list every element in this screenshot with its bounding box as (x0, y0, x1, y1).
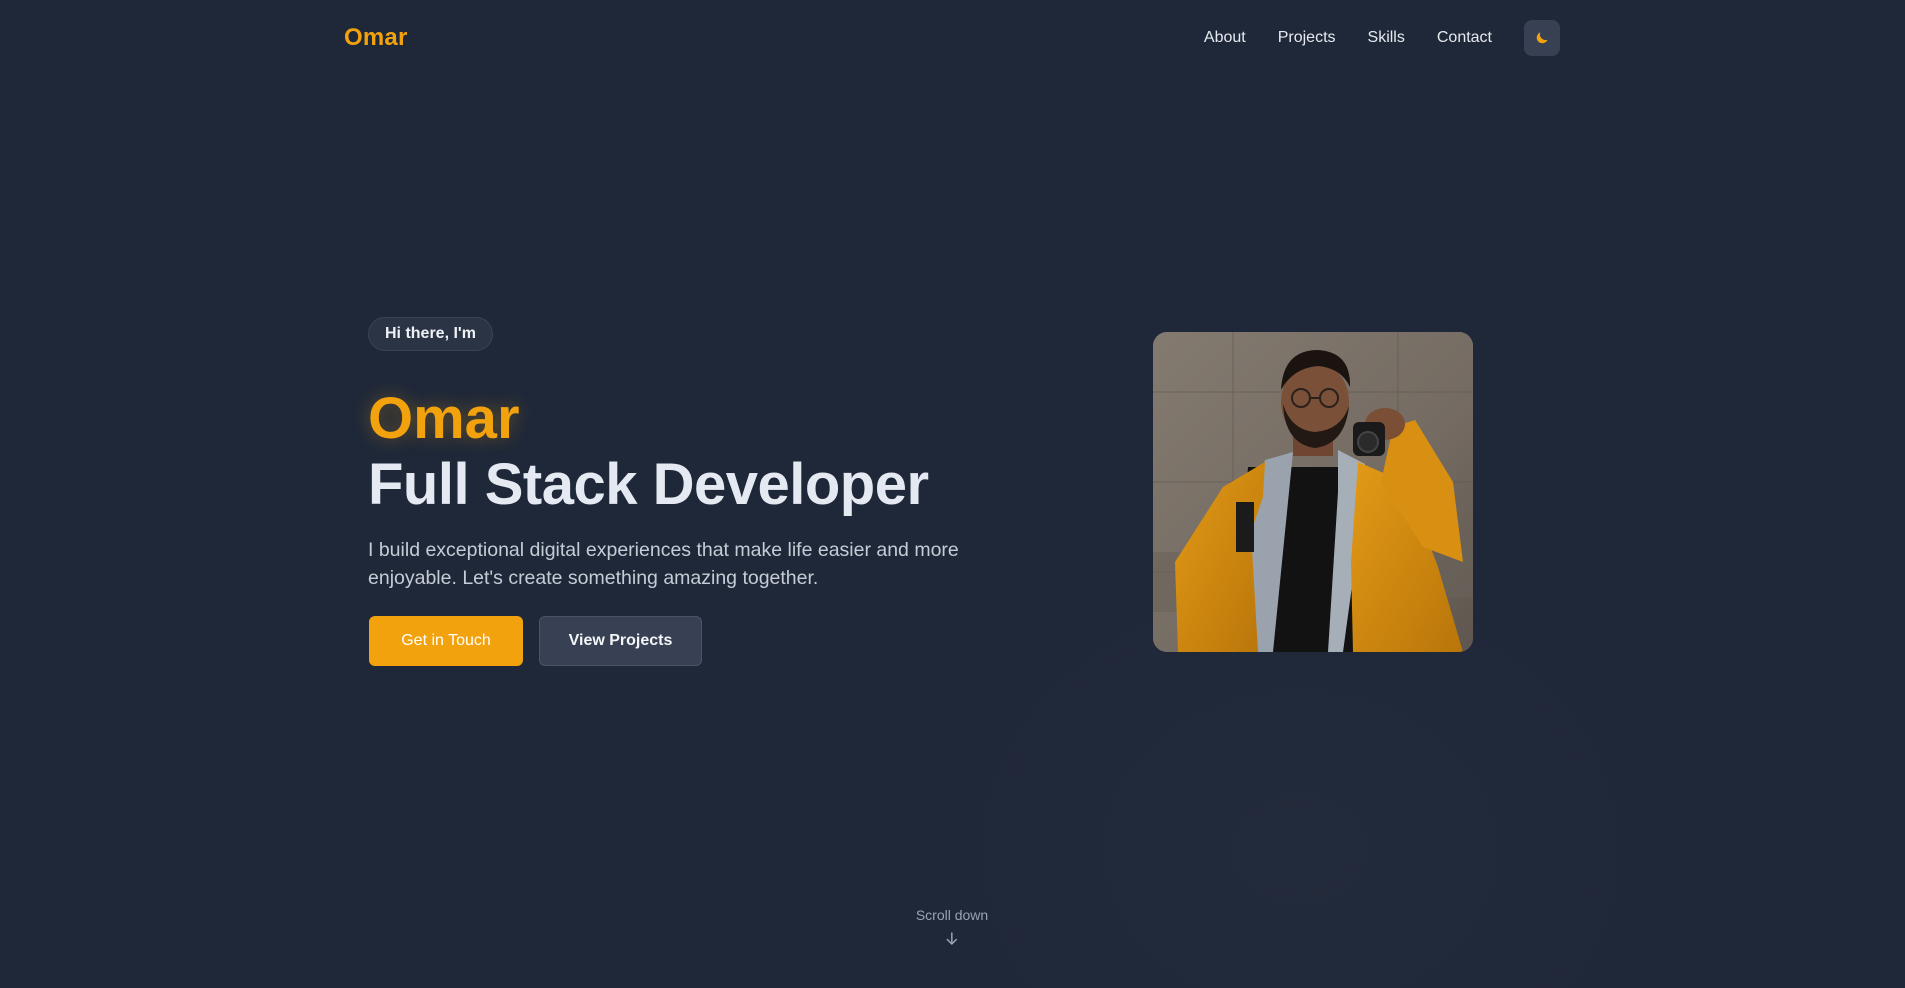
nav-link-projects[interactable]: Projects (1278, 20, 1336, 56)
hero-description: I build exceptional digital experiences … (368, 539, 959, 589)
get-in-touch-button[interactable]: Get in Touch (369, 616, 523, 666)
hero-role: Full Stack Developer (368, 452, 929, 517)
profile-photo (1153, 332, 1473, 652)
greeting-badge: Hi there, I'm (368, 317, 493, 351)
scroll-down-indicator[interactable]: Scroll down (916, 907, 988, 947)
scroll-down-label: Scroll down (915, 907, 989, 923)
main-nav: About Projects Skills Contact (1204, 20, 1560, 56)
portfolio-page: Omar About Projects Skills Contact Hi th… (0, 0, 1905, 988)
nav-link-about[interactable]: About (1204, 20, 1246, 56)
view-projects-button[interactable]: View Projects (539, 616, 702, 666)
moon-icon (1536, 32, 1548, 44)
portrait-illustration (1153, 332, 1473, 652)
brand-logo[interactable]: Omar (344, 24, 408, 52)
arrow-down-icon (946, 932, 958, 945)
hero-name: Omar (368, 386, 520, 451)
nav-link-contact[interactable]: Contact (1437, 20, 1492, 56)
nav-link-skills[interactable]: Skills (1368, 20, 1405, 56)
theme-toggle-button[interactable] (1524, 20, 1560, 56)
